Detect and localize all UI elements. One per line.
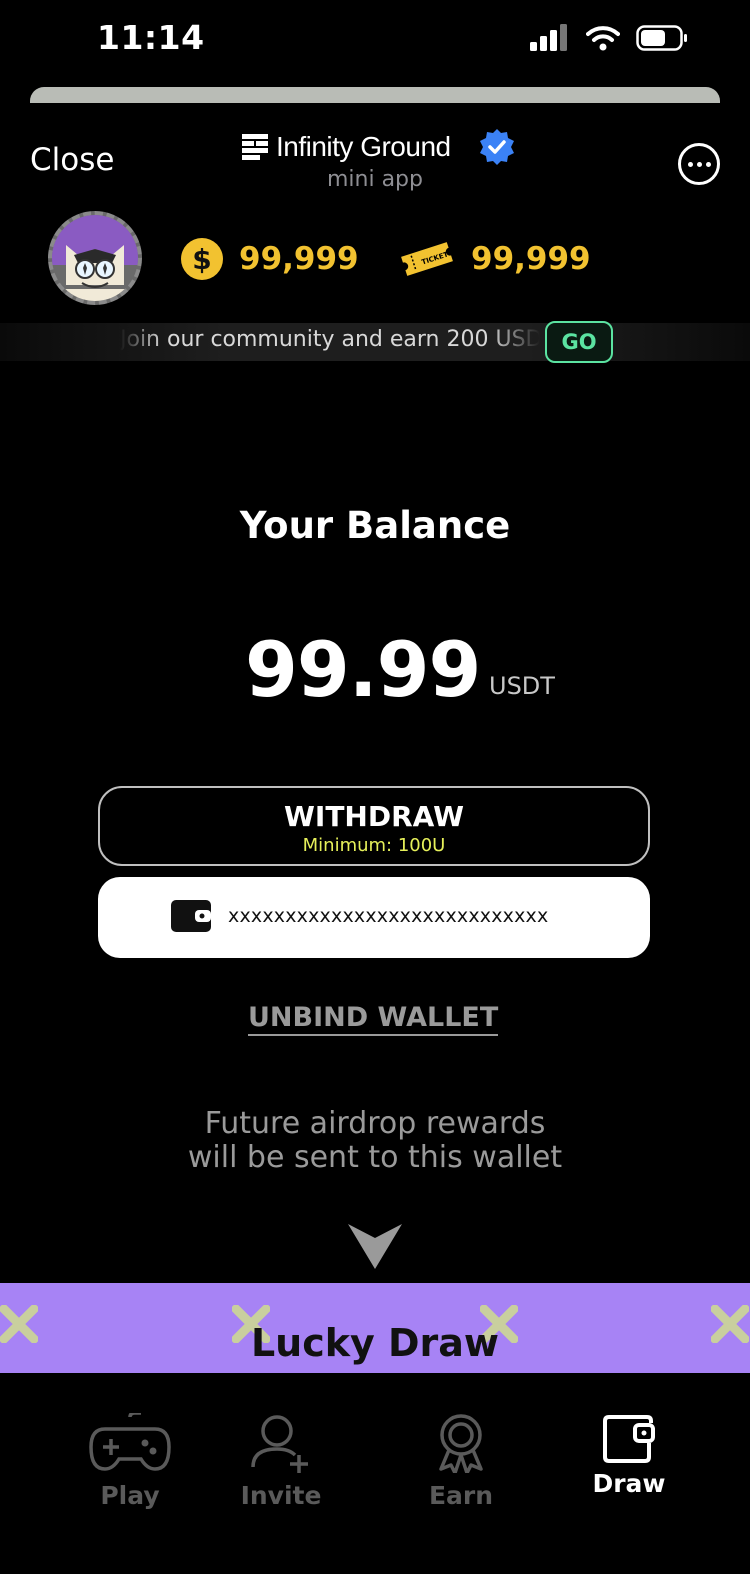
- chevron-down-icon[interactable]: [348, 1222, 402, 1270]
- ticket-balance: TICKET 99,999: [399, 238, 591, 280]
- more-options-button[interactable]: [678, 143, 720, 185]
- status-icons: [530, 24, 688, 52]
- wallet-icon: [603, 1415, 655, 1463]
- ticket-icon: TICKET: [401, 242, 453, 276]
- gamepad-icon: [89, 1411, 171, 1471]
- tab-label: Play: [100, 1481, 160, 1510]
- app-name: Infinity Ground: [276, 131, 451, 162]
- withdraw-minimum: Minimum: 100U: [302, 835, 446, 856]
- add-user-icon: [251, 1415, 308, 1473]
- dot: [696, 161, 702, 167]
- app-subtitle: mini app: [326, 167, 423, 192]
- infinity-ground-logo-icon: [242, 134, 268, 160]
- sheet-handle: [30, 87, 720, 103]
- lucky-draw-label: Lucky Draw: [250, 1321, 500, 1365]
- wallet-icon: [171, 900, 211, 932]
- verified-badge-icon: [479, 129, 514, 165]
- ticket-amount: 99,999: [471, 241, 591, 277]
- coin-amount: 99,999: [239, 241, 359, 277]
- cat-avatar-icon: [52, 215, 138, 301]
- go-button[interactable]: GO: [545, 321, 613, 363]
- lucky-draw-banner[interactable]: Lucky Draw: [0, 1283, 750, 1373]
- signal-icon: [530, 24, 567, 51]
- banner-text: Join our community and earn 200 USDT: [120, 327, 540, 352]
- airdrop-note: Future airdrop rewards will be sent to t…: [0, 1107, 750, 1175]
- wifi-icon: [586, 26, 620, 51]
- balance-amount: 99.99: [245, 625, 481, 714]
- tab-invite[interactable]: Invite: [211, 1413, 351, 1510]
- unbind-wallet-link[interactable]: UNBIND WALLET: [248, 1002, 499, 1036]
- wallet-address: xxxxxxxxxxxxxxxxxxxxxxxxxxxx: [228, 905, 549, 927]
- wallet-address-field[interactable]: xxxxxxxxxxxxxxxxxxxxxxxxxxxx: [98, 877, 650, 958]
- balance-title: Your Balance: [239, 504, 511, 547]
- tab-label: Earn: [428, 1481, 494, 1510]
- tab-play[interactable]: Play: [60, 1411, 200, 1510]
- battery-icon: [636, 25, 687, 51]
- dot: [687, 161, 693, 167]
- tab-label: Invite: [240, 1481, 322, 1510]
- airdrop-note-line2: will be sent to this wallet: [187, 1140, 563, 1175]
- status-bar: 11:14: [0, 0, 750, 80]
- app-title: Infinity Ground: [242, 127, 517, 167]
- tab-label: Draw: [592, 1469, 666, 1498]
- avatar[interactable]: [48, 211, 142, 305]
- tab-draw[interactable]: Draw: [559, 1413, 699, 1498]
- dollar-coin-icon: $: [181, 238, 223, 280]
- bottom-tab-bar: Play Invite Earn Draw: [0, 1373, 750, 1574]
- dot: [705, 161, 711, 167]
- community-banner: Join our community and earn 200 USDT: [0, 323, 750, 361]
- award-ribbon-icon: [439, 1414, 483, 1475]
- tab-earn[interactable]: Earn: [391, 1413, 531, 1510]
- coin-balance: $ 99,999: [181, 238, 359, 280]
- status-time: 11:14: [97, 18, 205, 57]
- withdraw-button[interactable]: WITHDRAW Minimum: 100U: [98, 786, 650, 866]
- withdraw-label: WITHDRAW: [284, 800, 464, 833]
- balance-unit: USDT: [489, 672, 555, 700]
- airdrop-note-line1: Future airdrop rewards: [204, 1106, 546, 1141]
